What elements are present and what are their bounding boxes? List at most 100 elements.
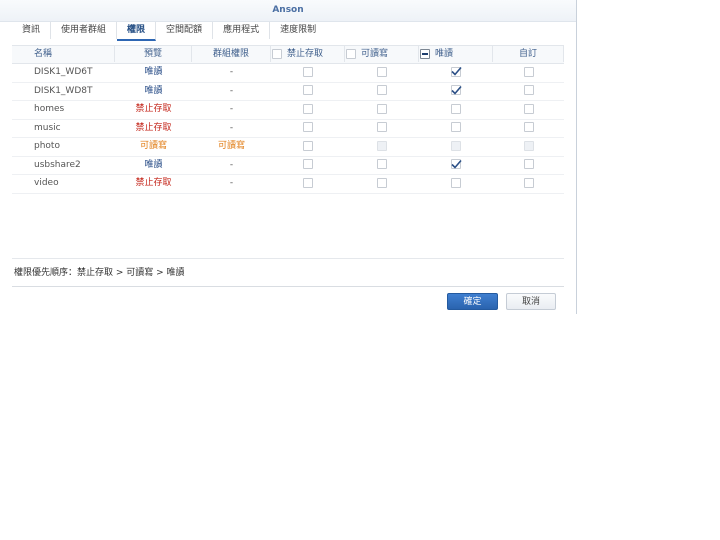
share-name: video — [34, 178, 59, 188]
tab-1[interactable]: 使用者群組 — [51, 22, 118, 39]
header-ro-checkbox[interactable] — [420, 49, 430, 59]
table-row[interactable]: homes 禁止存取 - — [12, 101, 564, 120]
share-name: DISK1_WD6T — [34, 67, 93, 77]
deny-checkbox[interactable] — [303, 159, 313, 169]
table-header: 名稱 預覽 群組權限 禁止存取 可讀寫 唯讀 自訂 — [12, 45, 564, 64]
cancel-button[interactable]: 取消 — [506, 293, 556, 310]
header-deny-checkbox[interactable] — [272, 49, 282, 59]
priority-note: 權限優先順序：禁止存取 > 可讀寫 > 唯讀 — [14, 268, 185, 278]
check-mark-icon — [450, 158, 463, 171]
tab-bar: 資訊 使用者群組 權限 空間配額 應用程式 速度限制 — [12, 22, 326, 41]
tab-4[interactable]: 應用程式 — [213, 22, 271, 39]
header-ro-label: 唯讀 — [435, 49, 454, 59]
cell-rw — [345, 64, 419, 81]
ok-button[interactable]: 確定 — [447, 293, 498, 310]
deny-checkbox[interactable] — [303, 85, 313, 95]
check-mark-icon — [450, 65, 463, 78]
rw-checkbox[interactable] — [377, 177, 387, 188]
table-row[interactable]: DISK1_WD6T 唯讀 - — [12, 64, 564, 83]
cell-rw — [345, 101, 419, 118]
preview-permission: 可讀寫 — [139, 141, 167, 151]
group-permission: - — [229, 85, 234, 96]
tab-0[interactable]: 資訊 — [12, 22, 52, 39]
tab-3[interactable]: 空間配額 — [156, 22, 214, 39]
cell-rw — [345, 138, 419, 155]
table-row[interactable]: DISK1_WD8T 唯讀 - — [12, 83, 564, 101]
rw-checkbox[interactable] — [377, 140, 387, 151]
rw-checkbox[interactable] — [377, 122, 387, 132]
preview-permission: 唯讀 — [144, 67, 163, 77]
header-name[interactable]: 名稱 — [12, 46, 115, 62]
header-deny[interactable]: 禁止存取 — [271, 46, 345, 62]
cell-rw — [345, 120, 419, 137]
custom-checkbox[interactable] — [523, 66, 534, 77]
permission-dialog: Anson 資訊 使用者群組 權限 空間配額 應用程式 速度限制 名稱 預覽 群組權限 禁… — [0, 0, 577, 314]
cell-rw — [345, 175, 419, 192]
ro-checkbox[interactable] — [451, 122, 461, 132]
table-row[interactable]: photo 可讀寫 可讀寫 — [12, 138, 564, 157]
cell-custom — [493, 138, 564, 155]
preview-permission: 唯讀 — [144, 159, 163, 170]
cell-custom — [493, 64, 564, 81]
ro-checkbox[interactable] — [451, 177, 461, 188]
permission-table: 名稱 預覽 群組權限 禁止存取 可讀寫 唯讀 自訂 DISK1_WD6T 唯讀 - D… — [12, 45, 564, 194]
share-name: homes — [34, 104, 65, 114]
cell-custom — [493, 83, 564, 100]
deny-checkbox[interactable] — [303, 122, 313, 132]
cell-custom — [493, 157, 564, 174]
group-permission: - — [229, 178, 234, 188]
table-body: DISK1_WD6T 唯讀 - DISK1_WD8T 唯讀 - homes 禁止存取 - musi… — [12, 64, 564, 194]
deny-checkbox[interactable] — [303, 140, 313, 151]
share-name: DISK1_WD8T — [34, 85, 93, 96]
tab-2[interactable]: 權限 — [117, 22, 157, 41]
preview-permission: 唯讀 — [144, 85, 163, 96]
custom-checkbox[interactable] — [523, 177, 534, 188]
header-rw-label: 可讀寫 — [361, 49, 389, 59]
header-rw[interactable]: 可讀寫 — [345, 46, 419, 62]
cell-ro — [419, 64, 493, 81]
table-row[interactable]: usbshare2 唯讀 - — [12, 157, 564, 175]
group-permission: - — [229, 159, 234, 170]
share-name: usbshare2 — [34, 159, 81, 170]
cell-deny — [271, 175, 345, 192]
header-group-permission[interactable]: 群組權限 — [192, 46, 271, 62]
cell-deny — [271, 157, 345, 174]
cell-deny — [271, 64, 345, 81]
rw-checkbox[interactable] — [377, 66, 387, 77]
header-ro[interactable]: 唯讀 — [419, 46, 493, 62]
group-permission: - — [229, 104, 234, 114]
ro-checkbox[interactable] — [451, 140, 461, 151]
custom-checkbox[interactable] — [523, 103, 534, 114]
ro-checkbox[interactable] — [451, 103, 461, 114]
cell-deny — [271, 138, 345, 155]
preview-permission: 禁止存取 — [135, 104, 172, 114]
header-rw-checkbox[interactable] — [346, 49, 356, 59]
cell-ro — [419, 138, 493, 155]
check-mark-icon — [450, 84, 463, 97]
table-row[interactable]: video 禁止存取 - — [12, 175, 564, 194]
cell-ro — [419, 175, 493, 192]
header-preview[interactable]: 預覽 — [115, 46, 192, 62]
rw-checkbox[interactable] — [377, 159, 387, 169]
custom-checkbox[interactable] — [523, 122, 534, 132]
custom-checkbox[interactable] — [523, 140, 534, 151]
header-custom[interactable]: 自訂 — [493, 46, 564, 62]
deny-checkbox[interactable] — [303, 103, 313, 114]
cell-custom — [493, 101, 564, 118]
cell-deny — [271, 83, 345, 100]
group-permission: - — [229, 67, 234, 77]
custom-checkbox[interactable] — [523, 159, 534, 169]
cell-deny — [271, 120, 345, 137]
table-row[interactable]: music 禁止存取 - — [12, 120, 564, 138]
rw-checkbox[interactable] — [377, 85, 387, 95]
custom-checkbox[interactable] — [523, 85, 534, 95]
cell-ro — [419, 83, 493, 100]
cell-ro — [419, 101, 493, 118]
deny-checkbox[interactable] — [303, 177, 313, 188]
rw-checkbox[interactable] — [377, 103, 387, 114]
deny-checkbox[interactable] — [303, 66, 313, 77]
cell-custom — [493, 175, 564, 192]
footer-divider — [12, 286, 564, 287]
cell-ro — [419, 157, 493, 174]
tab-5[interactable]: 速度限制 — [270, 22, 326, 39]
